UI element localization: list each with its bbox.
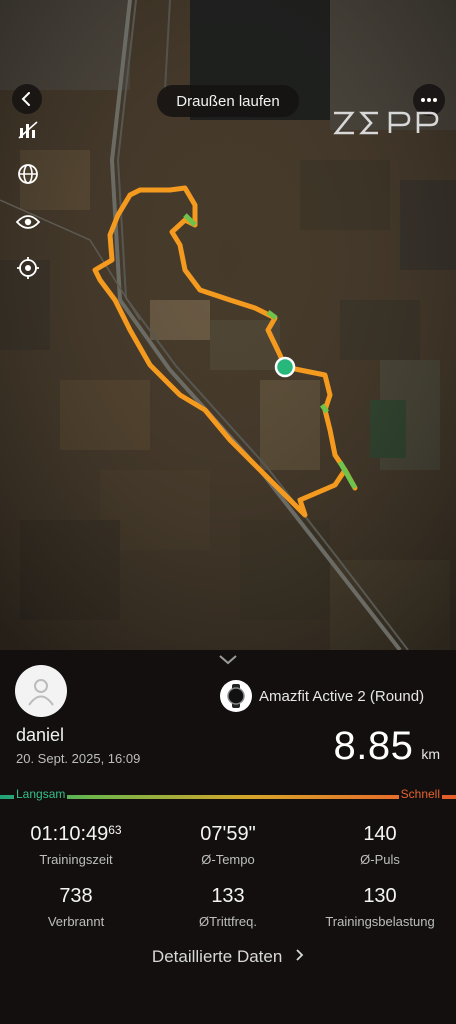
zepp-logo — [333, 111, 439, 135]
heatmap-icon — [18, 121, 38, 139]
back-icon — [21, 92, 30, 106]
stat-avg-pace: 07'59" Ø-Tempo — [200, 823, 256, 867]
eye-icon — [16, 215, 40, 229]
pace-gradient-bar — [0, 795, 456, 799]
back-button[interactable] — [12, 84, 42, 114]
device-name: Amazfit Active 2 (Round) — [259, 687, 425, 705]
activity-summary-sheet: Amazfit Active 2 (Round) daniel 20. Sept… — [0, 650, 456, 1024]
watch-icon — [220, 680, 252, 712]
avatar[interactable] — [15, 665, 67, 717]
pace-slow-label: Langsam — [14, 787, 68, 801]
more-icon — [421, 98, 437, 102]
route-map[interactable]: Draußen laufen — [0, 0, 456, 650]
locate-button[interactable] — [14, 254, 42, 282]
device-info: Amazfit Active 2 (Round) — [220, 680, 424, 712]
username: daniel — [16, 725, 65, 745]
user-icon — [28, 679, 54, 706]
stat-training-load: 130 Trainingsbelastung — [325, 885, 435, 929]
detailed-data-link[interactable]: Detaillierte Daten — [0, 947, 456, 967]
activity-type-title: Draußen laufen — [157, 85, 299, 117]
stat-training-time: 01:10:4963 Trainingszeit — [30, 823, 122, 867]
distance-unit: km — [421, 746, 440, 762]
distance-value: 8.85 — [333, 724, 414, 768]
stat-avg-heart-rate: 140 Ø-Puls — [360, 823, 400, 867]
activity-datetime: 20. Sept. 2025, 16:09 — [16, 751, 141, 766]
locate-icon — [17, 257, 39, 279]
chevron-right-icon — [296, 949, 304, 961]
distance: 8.85 km — [333, 724, 440, 769]
stat-calories: 738 Verbrannt — [47, 885, 105, 929]
heatmap-toggle-button[interactable] — [14, 116, 42, 144]
map-layer-button[interactable] — [14, 160, 42, 188]
pace-fast-label: Schnell — [398, 787, 442, 801]
visibility-button[interactable] — [14, 208, 42, 236]
globe-icon — [18, 164, 38, 184]
stat-cadence: 133 ØTrittfreq. — [198, 885, 258, 929]
stat-fraction: 63 — [108, 823, 122, 837]
detailed-data-label: Detaillierte Daten — [151, 947, 283, 966]
chevron-down-icon[interactable] — [218, 654, 238, 666]
